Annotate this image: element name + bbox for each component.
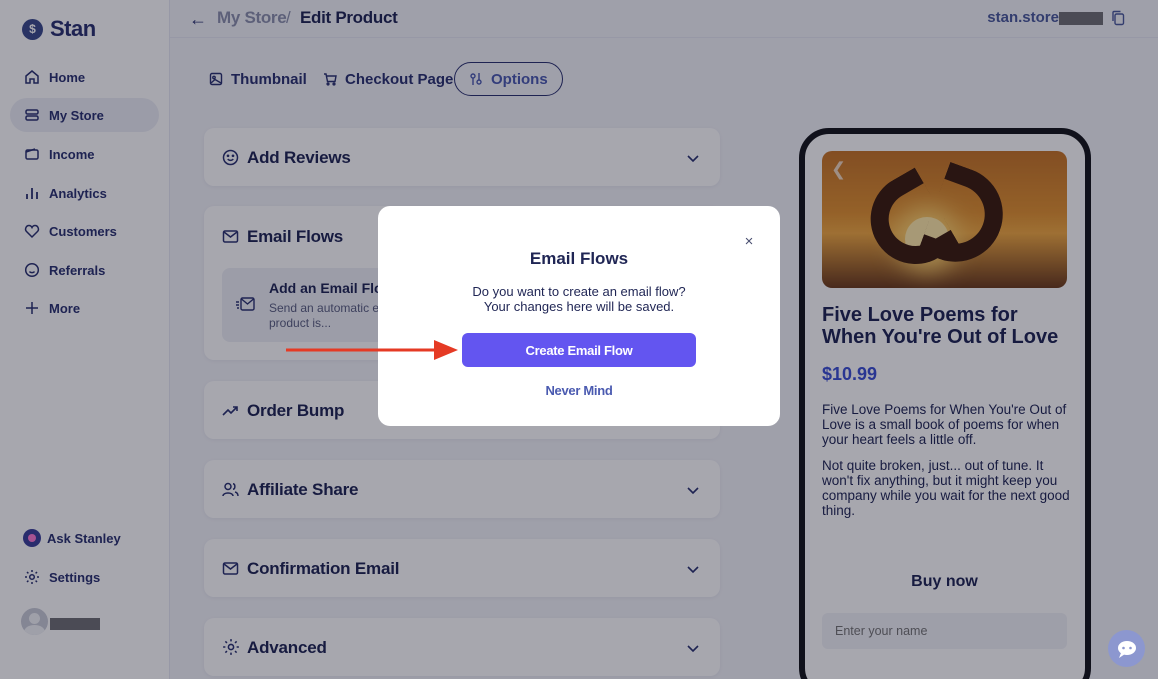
- email-flows-modal: × Email Flows Do you want to create an e…: [378, 206, 780, 426]
- annotation-arrow-icon: [286, 340, 458, 360]
- never-mind-button[interactable]: Never Mind: [378, 383, 780, 398]
- create-email-flow-button[interactable]: Create Email Flow: [462, 333, 696, 367]
- modal-message: Do you want to create an email flow? You…: [472, 284, 686, 314]
- chat-icon: [1117, 640, 1136, 658]
- chat-support-button[interactable]: [1108, 630, 1145, 667]
- modal-title: Email Flows: [529, 249, 629, 268]
